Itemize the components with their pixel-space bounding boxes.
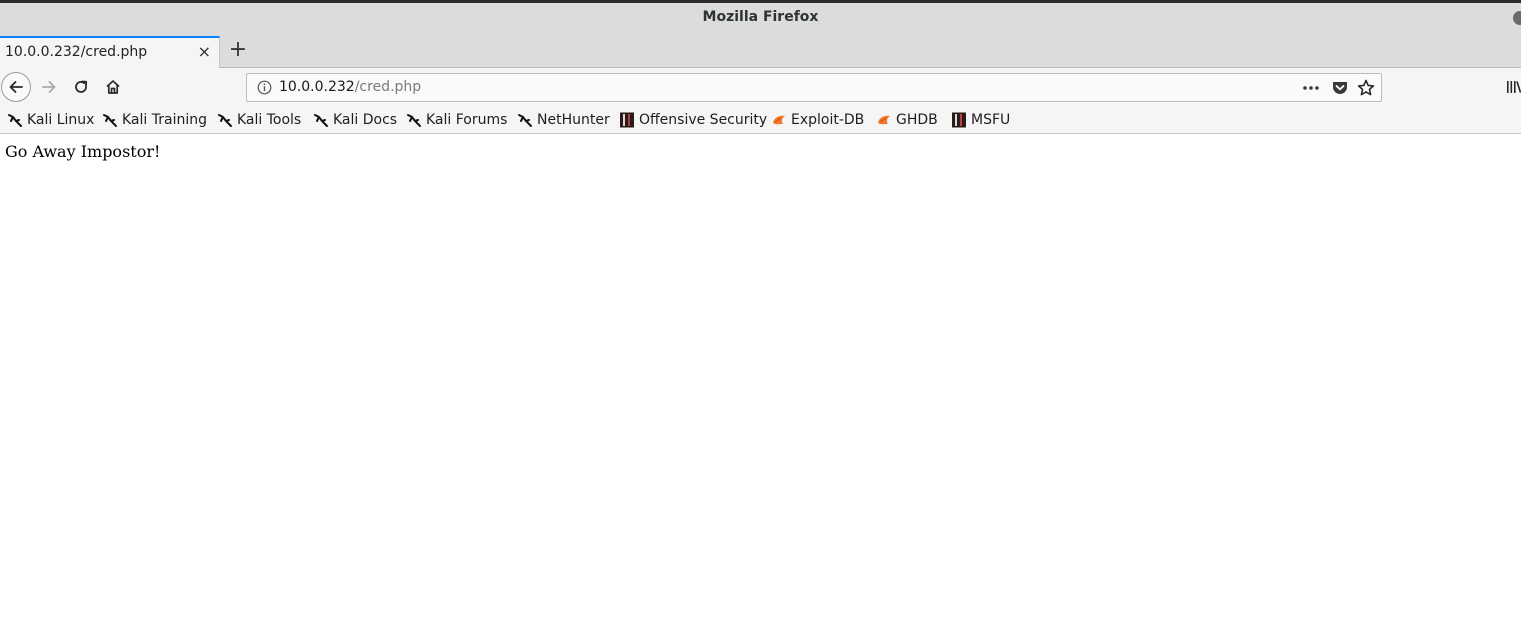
kali-dragon-icon xyxy=(407,114,421,127)
tab-close-button[interactable]: × xyxy=(198,43,211,61)
page-message: Go Away Impostor! xyxy=(5,142,161,161)
bookmark-exploit-db[interactable]: Exploit-DB xyxy=(771,110,864,130)
forward-arrow-icon xyxy=(42,81,56,93)
offsec-icon xyxy=(620,112,634,128)
window-close-button[interactable] xyxy=(1513,11,1521,25)
pocket-icon[interactable] xyxy=(1331,79,1349,97)
bookmark-ghdb[interactable]: GHDB xyxy=(876,110,938,130)
window-title: Mozilla Firefox xyxy=(702,9,819,25)
tab-active[interactable]: 10.0.0.232/cred.php × xyxy=(0,36,220,68)
tab-strip: 10.0.0.232/cred.php × + xyxy=(0,36,1521,68)
title-bar: Mozilla Firefox xyxy=(0,0,1521,36)
navigation-toolbar: 10.0.0.232/cred.php xyxy=(0,68,1521,106)
bookmark-kali-forums[interactable]: Kali Forums xyxy=(406,110,507,130)
bookmark-offensive-security[interactable]: Offensive Security xyxy=(619,110,767,130)
kali-dragon-icon xyxy=(314,114,328,127)
bookmark-label: Kali Forums xyxy=(426,112,508,128)
info-icon[interactable] xyxy=(257,80,272,95)
kali-dragon-icon xyxy=(103,114,117,127)
bookmark-label: NetHunter xyxy=(537,112,610,128)
bookmark-label: GHDB xyxy=(896,112,938,128)
back-arrow-icon xyxy=(9,81,23,93)
exploitdb-icon xyxy=(878,115,890,125)
bookmark-kali-training[interactable]: Kali Training xyxy=(102,110,207,130)
bookmark-kali-linux[interactable]: Kali Linux xyxy=(7,110,94,130)
bookmark-label: Exploit-DB xyxy=(791,112,865,128)
bookmark-label: Kali Training xyxy=(122,112,207,128)
url-path: /cred.php xyxy=(354,79,422,95)
firefox-window: Mozilla Firefox 10.0.0.232/cred.php × + xyxy=(0,0,1521,623)
kali-dragon-icon xyxy=(518,114,532,127)
offsec-icon xyxy=(952,112,966,128)
bookmark-nethunter[interactable]: NetHunter xyxy=(517,110,610,130)
reload-icon xyxy=(75,80,88,93)
bookmarks-toolbar: Kali Linux Kali Training Kali Tools Kali… xyxy=(0,106,1521,134)
forward-button[interactable] xyxy=(34,72,64,102)
bookmark-label: MSFU xyxy=(971,112,1011,128)
bookmark-label: Kali Tools xyxy=(237,112,302,128)
page-actions-more-icon[interactable] xyxy=(1301,79,1321,97)
page-content: Go Away Impostor! xyxy=(0,134,1521,623)
back-button[interactable] xyxy=(1,72,31,102)
bookmark-kali-docs[interactable]: Kali Docs xyxy=(313,110,397,130)
library-icon[interactable] xyxy=(1505,79,1521,95)
bookmark-msfu[interactable]: MSFU xyxy=(951,110,1010,130)
bookmark-label: Kali Linux xyxy=(27,112,95,128)
exploitdb-icon xyxy=(773,115,785,125)
home-button[interactable] xyxy=(98,72,128,102)
reload-button[interactable] xyxy=(66,72,96,102)
bookmark-kali-tools[interactable]: Kali Tools xyxy=(217,110,301,130)
url-host: 10.0.0.232 xyxy=(279,79,355,95)
address-bar[interactable]: 10.0.0.232/cred.php xyxy=(246,73,1382,102)
url-text[interactable]: 10.0.0.232/cred.php xyxy=(279,79,421,95)
bookmark-label: Kali Docs xyxy=(333,112,398,128)
ellipsis-icon xyxy=(1303,86,1319,90)
tab-label: 10.0.0.232/cred.php xyxy=(5,44,148,60)
kali-dragon-icon xyxy=(8,114,22,127)
bookmark-star-icon[interactable] xyxy=(1356,78,1376,98)
home-icon xyxy=(106,80,120,94)
bookmark-label: Offensive Security xyxy=(639,112,768,128)
kali-dragon-icon xyxy=(218,114,232,127)
new-tab-button[interactable]: + xyxy=(226,38,250,64)
